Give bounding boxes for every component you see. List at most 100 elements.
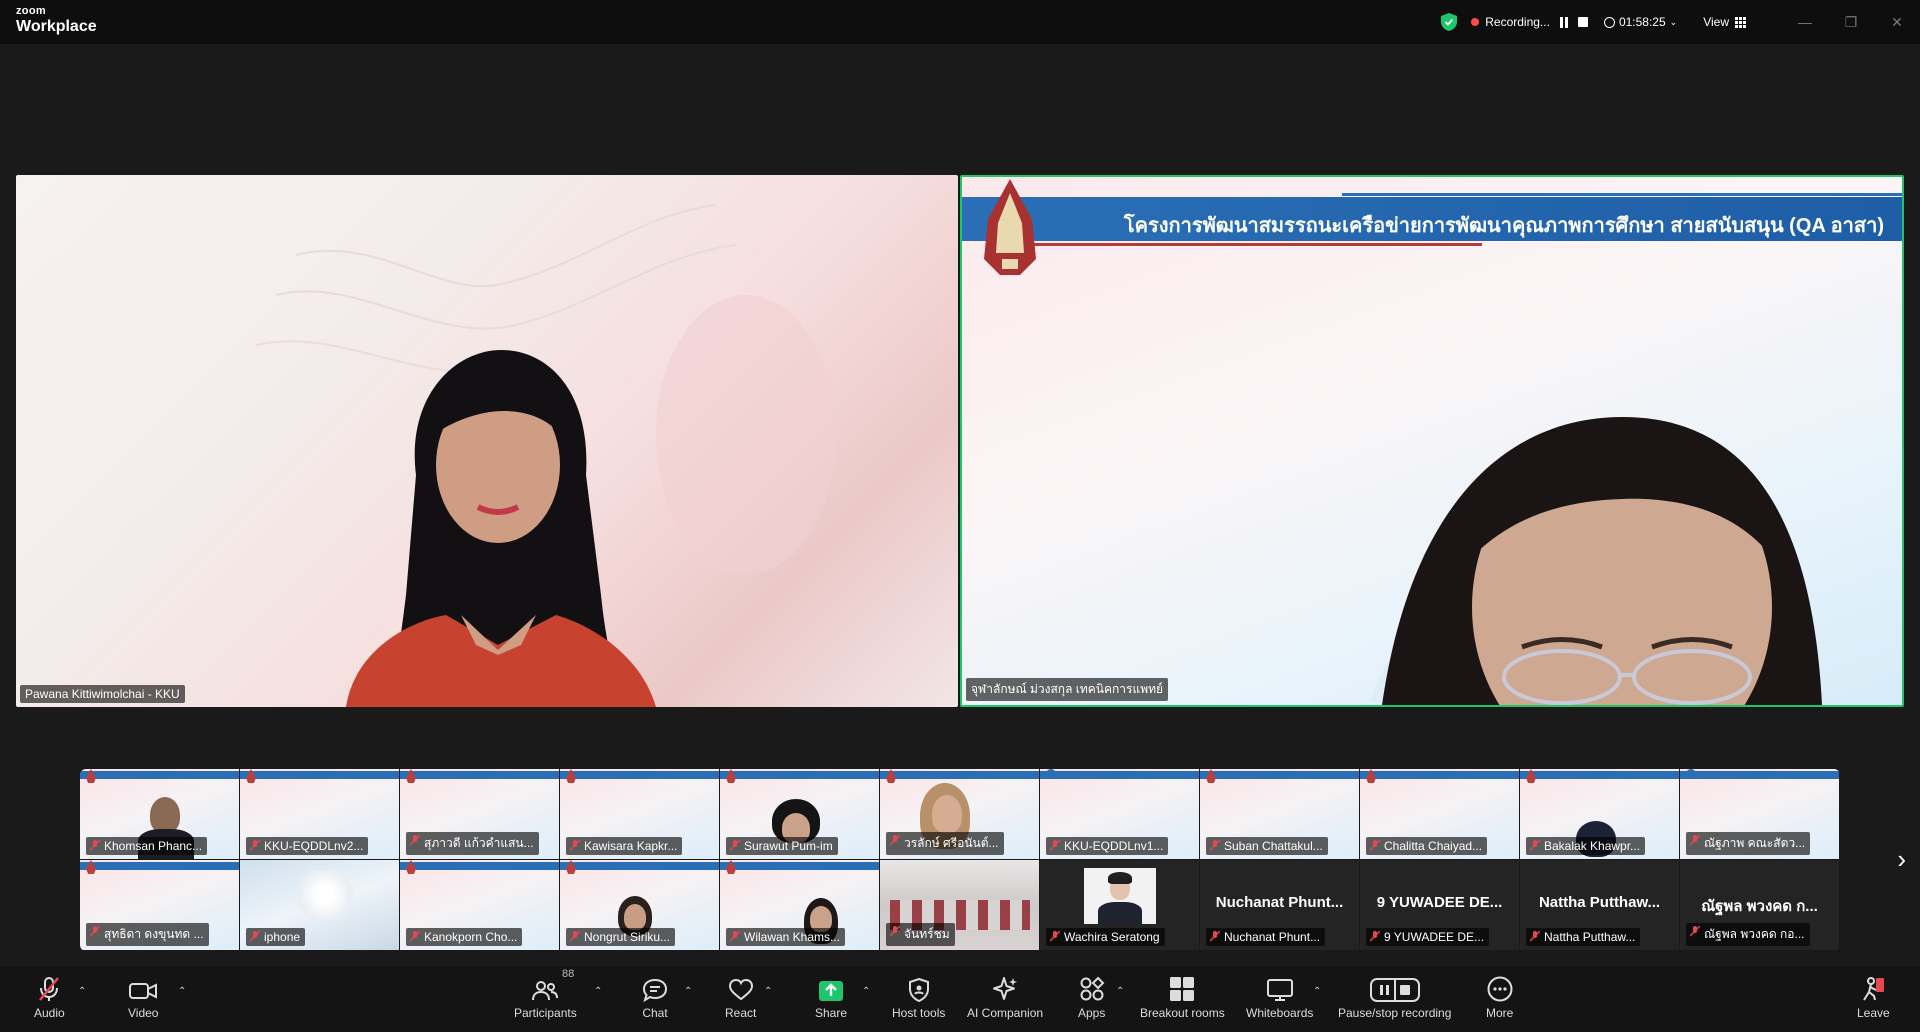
muted-mic-icon bbox=[890, 926, 900, 937]
minimize-icon[interactable]: — bbox=[1782, 0, 1828, 44]
participant-name-tag: สุทธิดา ดงขุนทด ... bbox=[86, 923, 209, 946]
chat-label: Chat bbox=[642, 1006, 668, 1020]
more-icon bbox=[1487, 976, 1513, 1002]
gallery-tile[interactable]: KKU-EQDDLnv2... bbox=[240, 769, 400, 860]
apps-button[interactable]: Apps bbox=[1078, 974, 1105, 1020]
participant-name-tag: Chalitta Chaiyad... bbox=[1366, 837, 1488, 855]
gallery-tile[interactable]: Bakalak Khawpr... bbox=[1520, 769, 1680, 860]
gallery-tile[interactable]: Kanokporn Cho... bbox=[400, 860, 560, 951]
gallery-tile[interactable]: iphone bbox=[240, 860, 400, 951]
video-button[interactable]: Video bbox=[128, 974, 158, 1020]
speaker-video-2-active[interactable]: โครงการพัฒนาสมรรถนะเครือข่ายการพัฒนาคุณภ… bbox=[960, 175, 1904, 707]
gallery-tile[interactable]: จันทร์ชม bbox=[880, 860, 1040, 951]
pause-recording-icon[interactable] bbox=[1559, 16, 1568, 28]
gallery-tile[interactable]: ณัฐภาพ คณะสัตว... bbox=[1680, 769, 1840, 860]
gallery-tile[interactable]: Suban Chattakul... bbox=[1200, 769, 1360, 860]
view-label: View bbox=[1703, 15, 1729, 29]
participant-name-tag: วรลักษ์ ศรีอนันต์... bbox=[886, 832, 1004, 855]
gallery-tile[interactable]: 9 YUWADEE DE... 9 YUWADEE DE... bbox=[1360, 860, 1520, 951]
participant-name-tag: 9 YUWADEE DE... bbox=[1366, 928, 1490, 946]
gallery-tile[interactable]: Surawut Pum-im bbox=[720, 769, 880, 860]
close-icon[interactable]: ✕ bbox=[1874, 0, 1920, 44]
maximize-icon[interactable]: ❐ bbox=[1828, 0, 1874, 44]
participants-label: Participants bbox=[514, 1006, 577, 1020]
participant-name-tag: KKU-EQDDLnv1... bbox=[1046, 837, 1169, 855]
chat-icon bbox=[642, 978, 668, 1002]
meeting-timer[interactable]: 01:58:25 ⌄ bbox=[1603, 15, 1678, 29]
pause-stop-recording-button[interactable]: Pause/stop recording bbox=[1338, 974, 1451, 1020]
participant-name-tag: จันทร์ชม bbox=[886, 923, 955, 946]
gallery-tile[interactable]: Nuchanat Phunt... Nuchanat Phunt... bbox=[1200, 860, 1360, 951]
more-button[interactable]: More bbox=[1486, 974, 1513, 1020]
apps-options-caret-icon[interactable]: ⌃ bbox=[1116, 986, 1124, 997]
participant-name-tag: Kawisara Kapkr... bbox=[566, 837, 683, 855]
breakout-rooms-button[interactable]: Breakout rooms bbox=[1140, 974, 1225, 1020]
chevron-down-icon: ⌄ bbox=[1669, 16, 1678, 27]
participant-display-name: ณัฐพล พวงคด ก... bbox=[1701, 898, 1818, 915]
muted-mic-icon bbox=[39, 977, 60, 1001]
muted-mic-icon bbox=[1210, 931, 1220, 942]
react-options-caret-icon[interactable]: ⌃ bbox=[764, 986, 772, 997]
whiteboards-options-caret-icon[interactable]: ⌃ bbox=[1313, 986, 1321, 997]
gallery-tile[interactable]: KKU-EQDDLnv1... bbox=[1040, 769, 1200, 860]
gallery-tile[interactable]: Kawisara Kapkr... bbox=[560, 769, 720, 860]
video-stage: Pawana Kittiwimolchai - KKU โครงการพัฒนา… bbox=[0, 44, 1920, 966]
speaker-video-1[interactable]: Pawana Kittiwimolchai - KKU bbox=[16, 175, 958, 707]
share-options-caret-icon[interactable]: ⌃ bbox=[862, 986, 870, 997]
gallery-tile[interactable]: Wilawan Khams... bbox=[720, 860, 880, 951]
ai-companion-button[interactable]: AI Companion bbox=[967, 974, 1043, 1020]
gallery-tile[interactable]: Nongrut Siriku... bbox=[560, 860, 720, 951]
timer-value: 01:58:25 bbox=[1618, 15, 1666, 29]
recording-label[interactable]: Recording... bbox=[1485, 15, 1550, 29]
participant-name-tag: Nongrut Siriku... bbox=[566, 928, 676, 946]
participant-video-feed bbox=[255, 204, 836, 707]
whiteboards-label: Whiteboards bbox=[1246, 1006, 1314, 1020]
brand-large: Workplace bbox=[16, 18, 97, 35]
gallery-tile[interactable]: Chalitta Chaiyad... bbox=[1360, 769, 1520, 860]
grid-icon bbox=[1735, 16, 1746, 28]
muted-mic-icon bbox=[730, 840, 740, 851]
gallery-tile[interactable]: สุทธิดา ดงขุนทด ... bbox=[80, 860, 240, 951]
muted-mic-icon bbox=[570, 840, 580, 851]
participants-count: 88 bbox=[562, 968, 575, 980]
apps-icon bbox=[1080, 976, 1105, 1001]
host-tools-button[interactable]: Host tools bbox=[892, 974, 945, 1020]
share-button[interactable]: Share bbox=[815, 974, 847, 1020]
more-label: More bbox=[1486, 1006, 1514, 1020]
chat-button[interactable]: Chat bbox=[642, 974, 668, 1020]
gallery-tile[interactable]: Wachira Seratong bbox=[1040, 860, 1200, 951]
muted-mic-icon bbox=[1690, 835, 1700, 846]
gallery-tile[interactable]: Nattha Putthaw... Nattha Putthaw... bbox=[1520, 860, 1680, 951]
view-button[interactable]: View bbox=[1703, 15, 1746, 29]
muted-mic-icon bbox=[410, 931, 420, 942]
audio-options-caret-icon[interactable]: ⌃ bbox=[78, 986, 86, 997]
gallery-tile[interactable]: ณัฐพล พวงคด ก... ณัฐพล พวงคด กอ... bbox=[1680, 860, 1840, 951]
video-label: Video bbox=[128, 1006, 159, 1020]
gallery-tile[interactable]: Khomsan Phanc... bbox=[80, 769, 240, 860]
video-options-caret-icon[interactable]: ⌃ bbox=[178, 986, 186, 997]
gallery-tile[interactable]: วรลักษ์ ศรีอนันต์... bbox=[880, 769, 1040, 860]
audio-button[interactable]: Audio bbox=[34, 974, 65, 1020]
muted-mic-icon bbox=[730, 931, 740, 942]
recording-dot-icon bbox=[1471, 18, 1480, 26]
participants-button[interactable]: Participants bbox=[514, 974, 577, 1020]
chat-options-caret-icon[interactable]: ⌃ bbox=[684, 986, 692, 997]
participants-options-caret-icon[interactable]: ⌃ bbox=[594, 986, 602, 997]
leave-button[interactable]: Leave bbox=[1857, 974, 1890, 1020]
pause-stop-recording-icon bbox=[1369, 978, 1420, 1002]
muted-mic-icon bbox=[1050, 931, 1060, 942]
participant-name-tag: สุภาวดี แก้วคำแสน... bbox=[406, 832, 539, 855]
heart-icon bbox=[728, 978, 753, 1001]
stop-recording-icon[interactable] bbox=[1577, 17, 1588, 27]
react-button[interactable]: React bbox=[725, 974, 756, 1020]
gallery-tile[interactable]: สุภาวดี แก้วคำแสน... bbox=[400, 769, 560, 860]
shield-icon[interactable] bbox=[1441, 13, 1458, 31]
muted-mic-icon bbox=[250, 840, 260, 851]
muted-mic-icon bbox=[1530, 840, 1540, 851]
next-page-arrow-icon[interactable]: › bbox=[1897, 844, 1906, 875]
gallery-strip: Khomsan Phanc... KKU-EQDDLnv2... สุภาวดี… bbox=[80, 769, 1840, 951]
brand-small: zoom bbox=[16, 5, 46, 17]
participant-name-tag: Wilawan Khams... bbox=[726, 928, 846, 946]
whiteboards-button[interactable]: Whiteboards bbox=[1246, 974, 1313, 1020]
speaker-name-tag: จุฬาลักษณ์ ม่วงสกุล เทคนิคการแพทย์ bbox=[966, 678, 1169, 701]
